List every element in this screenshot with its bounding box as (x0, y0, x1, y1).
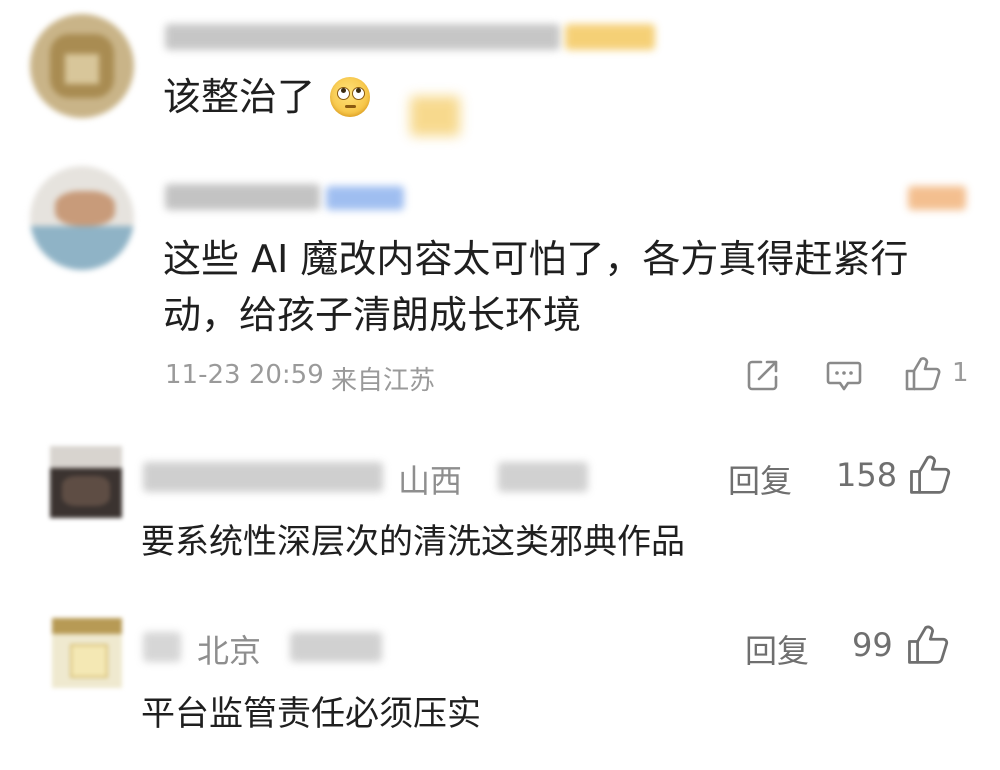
comment-feed: 该整治了 这些 AI 魔改内容太可怕了，各方真得赶紧行 动，给孩子清朗成长环境 … (0, 0, 1000, 770)
avatar-user-1[interactable] (30, 14, 134, 118)
thumbs-up-icon[interactable] (906, 624, 950, 666)
thumbs-up-icon[interactable] (904, 356, 942, 392)
comment-text-3: 要系统性深层次的清洗这类邪典作品 (141, 522, 685, 562)
thumbs-up-icon[interactable] (908, 454, 952, 496)
location-3: 山西 (398, 462, 463, 500)
blurred-meta-3 (498, 462, 588, 492)
reply-button-4[interactable]: 回复 (745, 626, 809, 672)
avatar-user-4[interactable] (52, 618, 122, 688)
sticker-blurred (410, 96, 460, 136)
reply-button-3[interactable]: 回复 (728, 456, 792, 502)
comment-origin-2: 来自江苏 (331, 366, 436, 396)
user-badge-2 (326, 186, 404, 210)
username-user-4[interactable] (143, 632, 181, 662)
avatar-user-2[interactable] (30, 166, 134, 270)
blurred-meta-4 (290, 632, 382, 662)
username-user-2[interactable] (165, 184, 320, 210)
comment-text-1: 该整治了 (163, 75, 316, 119)
comment-timestamp-2: 11-23 20:59 (165, 360, 324, 390)
location-4: 北京 (197, 632, 262, 670)
like-count-4: 99 (852, 626, 893, 664)
like-count-2: 1 (952, 358, 969, 388)
comment-text-2-line-2: 动，给孩子清朗成长环境 (163, 293, 582, 337)
comment-icon[interactable] (826, 360, 862, 392)
username-user-3[interactable] (143, 462, 383, 492)
username-user-1[interactable] (165, 24, 560, 50)
user-badge-1 (565, 24, 655, 50)
fan-badge-2 (908, 186, 966, 210)
eye-roll-emoji-icon (330, 77, 370, 117)
avatar-user-3[interactable] (50, 446, 122, 518)
comment-text-2-line-1: 这些 AI 魔改内容太可怕了，各方真得赶紧行 (163, 237, 909, 281)
comment-text-4: 平台监管责任必须压实 (141, 694, 481, 734)
like-count-3: 158 (836, 456, 898, 494)
share-icon[interactable] (746, 358, 780, 392)
